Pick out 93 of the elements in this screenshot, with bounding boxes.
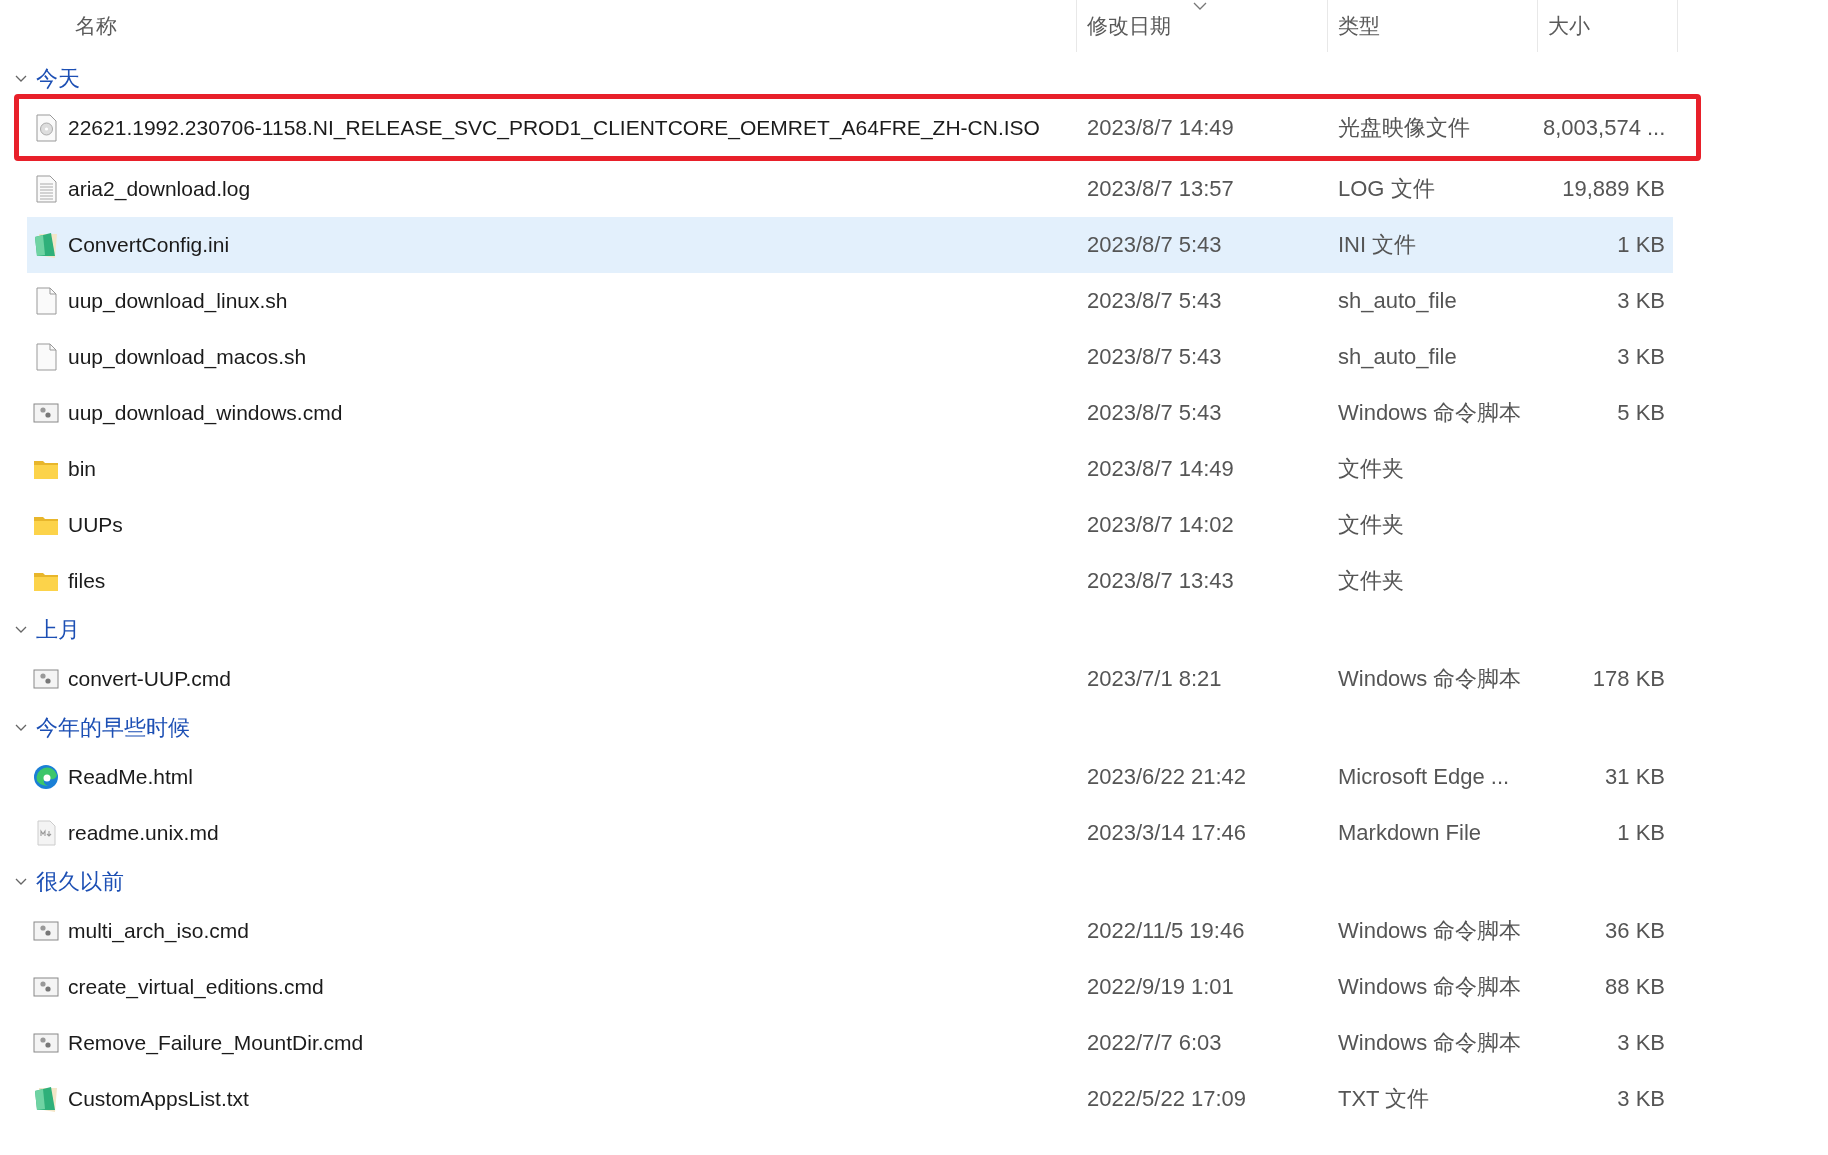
modified-date: 2023/8/7 5:43 [1086,232,1223,258]
file-row[interactable]: uup_download_linux.sh 2023/8/7 5:43 sh_auto_file 3 KB [27,273,1673,329]
file-row[interactable]: UUPs 2023/8/7 14:02 文件夹 [27,497,1673,553]
group-header[interactable]: 今年的早些时候 [0,707,1828,749]
file-size: 178 KB [1592,666,1665,691]
file-name: convert-UUP.cmd [68,667,231,691]
modified-date: 2023/8/7 5:43 [1086,288,1223,314]
file-row[interactable]: create_virtual_editions.cmd 2022/9/19 1:01 Windows 命令脚本 88 KB [27,959,1673,1015]
file-size: 3 KB [1617,1086,1665,1111]
group-header[interactable]: 很久以前 [0,861,1828,903]
file-type: TXT 文件 [1337,1085,1431,1113]
modified-date: 2023/8/7 13:57 [1086,176,1235,202]
file-type: Windows 命令脚本 [1337,399,1523,427]
file-name: 22621.1992.230706-1158.NI_RELEASE_SVC_PROD1_CLIENTCORE_OEMRET_A64FRE_ZH-CN.ISO [68,116,1040,140]
sort-caret-icon [1193,2,1207,10]
file-size: 5 KB [1617,400,1665,425]
modified-date: 2022/7/7 6:03 [1086,1030,1223,1056]
file-type: 文件夹 [1337,511,1405,539]
file-row[interactable]: multi_arch_iso.cmd 2022/11/5 19:46 Windows 命令脚本 36 KB [27,903,1673,959]
disc-file-icon [33,114,59,142]
modified-date: 2023/8/7 14:49 [1086,456,1235,482]
column-header[interactable]: 名称 [0,0,1077,52]
file-name: CustomAppsList.txt [68,1087,249,1111]
group-header[interactable]: 上月 [0,609,1828,651]
file-name: uup_download_linux.sh [68,289,288,313]
file-type: Windows 命令脚本 [1337,1029,1523,1057]
file-row[interactable]: convert-UUP.cmd 2023/7/1 8:21 Windows 命令脚本 178 KB [27,651,1673,707]
modified-date: 2023/8/7 13:43 [1086,568,1235,594]
browser-icon [33,763,59,791]
file-type: 文件夹 [1337,567,1405,595]
file-row[interactable]: files 2023/8/7 13:43 文件夹 [27,553,1673,609]
column-header[interactable]: 大小 [1538,0,1678,52]
blank-file-icon [33,343,59,371]
modified-date: 2022/11/5 19:46 [1086,918,1246,944]
file-size: 3 KB [1617,288,1665,313]
modified-date: 2023/8/7 5:43 [1086,400,1223,426]
file-name: aria2_download.log [68,177,251,201]
file-type: 光盘映像文件 [1337,114,1471,142]
modified-date: 2022/5/22 17:09 [1086,1086,1248,1112]
file-type: Windows 命令脚本 [1337,917,1523,945]
file-name: Remove_Failure_MountDir.cmd [68,1031,364,1055]
file-size: 1 KB [1617,820,1665,845]
modified-date: 2023/8/7 14:02 [1086,512,1235,538]
file-size: 3 KB [1617,1030,1665,1055]
file-row[interactable]: uup_download_windows.cmd 2023/8/7 5:43 Windows 命令脚本 5 KB [27,385,1673,441]
file-row[interactable]: bin 2023/8/7 14:49 文件夹 [27,441,1673,497]
modified-date: 2023/8/7 14:49 [1086,115,1235,141]
file-row[interactable]: 22621.1992.230706-1158.NI_RELEASE_SVC_PROD1_CLIENTCORE_OEMRET_A64FRE_ZH-CN.ISO 2023/8/7 14:49 光盘映像文件 8,003,574 ... [27,100,1673,156]
file-row[interactable]: CustomAppsList.txt 2022/5/22 17:09 TXT 文件 3 KB [27,1071,1673,1127]
blank-file-icon [33,287,59,315]
file-row[interactable]: readme.unix.md 2023/3/14 17:46 Markdown File 1 KB [27,805,1673,861]
file-type: Windows 命令脚本 [1337,665,1523,693]
file-name: create_virtual_editions.cmd [68,975,324,999]
file-type: Microsoft Edge ... [1337,764,1511,790]
file-type: sh_auto_file [1337,344,1458,370]
file-type: 文件夹 [1337,455,1405,483]
file-size: 3 KB [1617,344,1665,369]
notepad-icon [33,231,59,259]
file-name: bin [68,457,97,481]
file-type: LOG 文件 [1337,175,1436,203]
file-name: files [68,569,106,593]
file-size: 1 KB [1617,232,1665,257]
modified-date: 2022/9/19 1:01 [1086,974,1235,1000]
group-header[interactable]: 今天 [0,58,1828,100]
file-name: UUPs [68,513,123,537]
file-size: 36 KB [1605,918,1665,943]
file-type: INI 文件 [1337,231,1418,259]
column-header[interactable]: 类型 [1328,0,1538,52]
file-type: Markdown File [1337,820,1483,846]
file-name: uup_download_windows.cmd [68,401,343,425]
file-row[interactable]: aria2_download.log 2023/8/7 13:57 LOG 文件 19,889 KB [27,161,1673,217]
file-size: 31 KB [1605,764,1665,789]
file-name: ConvertConfig.ini [68,233,230,257]
file-size: 88 KB [1605,974,1665,999]
file-name: readme.unix.md [68,821,219,845]
text-file-icon [33,175,59,203]
column-header[interactable]: 修改日期 [1077,0,1328,52]
file-type: sh_auto_file [1337,288,1458,314]
file-name: uup_download_macos.sh [68,345,307,369]
file-type: Windows 命令脚本 [1337,973,1523,1001]
file-row[interactable]: ConvertConfig.ini 2023/8/7 5:43 INI 文件 1 KB [27,217,1673,273]
file-size: 8,003,574 ... [1543,115,1666,140]
file-name: multi_arch_iso.cmd [68,919,249,943]
modified-date: 2023/6/22 21:42 [1086,764,1248,790]
file-name: ReadMe.html [68,765,193,789]
modified-date: 2023/7/1 8:21 [1086,666,1223,692]
modified-date: 2023/3/14 17:46 [1086,820,1248,846]
file-size: 19,889 KB [1562,176,1665,201]
notepad-icon [33,1085,59,1113]
file-row[interactable]: Remove_Failure_MountDir.cmd 2022/7/7 6:03 Windows 命令脚本 3 KB [27,1015,1673,1071]
modified-date: 2023/8/7 5:43 [1086,344,1223,370]
file-row[interactable]: uup_download_macos.sh 2023/8/7 5:43 sh_auto_file 3 KB [27,329,1673,385]
file-row[interactable]: ReadMe.html 2023/6/22 21:42 Microsoft Edge ... 31 KB [27,749,1673,805]
